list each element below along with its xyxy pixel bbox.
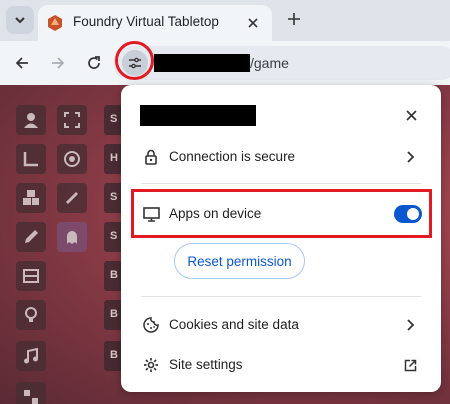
open-external-icon [401, 356, 419, 374]
drawing-tool[interactable] [16, 222, 46, 252]
pencil-icon [25, 230, 38, 243]
arrow-left-icon [15, 57, 28, 69]
ghost-tool[interactable] [57, 222, 87, 252]
token-controls-tool[interactable] [16, 105, 46, 135]
highlight-box-annotation [131, 189, 432, 238]
wall-icon [23, 269, 39, 283]
checker-icon [24, 390, 38, 404]
select-tool[interactable] [57, 105, 87, 135]
chevron-right-icon [401, 148, 419, 166]
divider [141, 296, 421, 297]
close-icon [248, 18, 258, 28]
tiles-tool[interactable] [16, 183, 46, 213]
reset-permission-button[interactable]: Reset permission [174, 243, 305, 279]
ghost-icon [67, 231, 77, 244]
target-icon [64, 151, 80, 167]
cubes-icon [23, 190, 39, 205]
lighting-tool[interactable] [16, 300, 46, 330]
ruler-tool[interactable] [57, 183, 87, 213]
cookies-label: Cookies and site data [169, 317, 299, 332]
chevron-down-icon [15, 17, 25, 24]
new-tab-button[interactable] [283, 8, 305, 30]
lightbulb-icon [25, 307, 37, 322]
redacted-site-name [140, 105, 256, 126]
site-settings-row[interactable]: Site settings [121, 345, 441, 385]
divider [141, 183, 421, 184]
foundry-d20-icon [48, 15, 62, 31]
redacted-domain [154, 54, 250, 72]
chevron-right-icon [401, 316, 419, 334]
tab-title: Foundry Virtual Tabletop [73, 14, 219, 29]
arrow-right-icon [52, 57, 65, 69]
cookies-row[interactable]: Cookies and site data [121, 305, 441, 345]
notes-tool[interactable] [16, 382, 46, 404]
site-info-popup: Connection is secure Apps on device Rese… [121, 85, 441, 392]
cookie-icon [142, 316, 160, 334]
lock-icon [142, 148, 160, 166]
address-bar[interactable]: /game [113, 46, 450, 80]
target-tool[interactable] [57, 144, 87, 174]
tab-search-button[interactable] [6, 6, 34, 34]
measure-tool[interactable] [16, 144, 46, 174]
close-icon [405, 109, 417, 121]
highlight-circle-annotation [115, 41, 154, 80]
expand-icon [64, 112, 80, 128]
back-button[interactable] [10, 51, 34, 75]
plus-icon [288, 13, 300, 25]
tab-close-button[interactable] [244, 14, 262, 32]
reload-button[interactable] [82, 51, 106, 75]
gear-icon [142, 356, 160, 374]
walls-tool[interactable] [16, 261, 46, 291]
music-icon [24, 347, 38, 364]
forward-button[interactable] [46, 51, 70, 75]
connection-secure-row[interactable]: Connection is secure [121, 137, 441, 177]
active-tab[interactable]: Foundry Virtual Tabletop [38, 5, 272, 41]
popup-close-button[interactable] [401, 105, 421, 125]
bandage-icon [66, 192, 78, 204]
url-path: /game [250, 55, 289, 71]
connection-secure-label: Connection is secure [169, 149, 296, 164]
person-icon [24, 113, 38, 128]
sounds-tool[interactable] [16, 341, 46, 371]
site-settings-label: Site settings [169, 357, 243, 372]
tab-strip: Foundry Virtual Tabletop [0, 0, 450, 41]
reload-icon [88, 56, 100, 69]
browser-toolbar: /game [0, 41, 450, 85]
ruler-icon [23, 152, 38, 167]
